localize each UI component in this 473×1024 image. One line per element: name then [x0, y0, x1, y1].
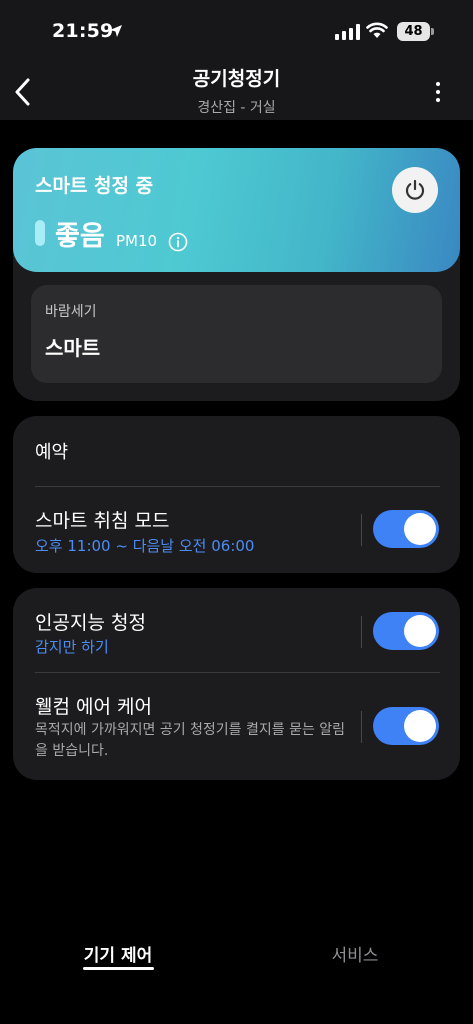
more-dot-icon — [436, 82, 440, 86]
toggle-knob — [404, 710, 436, 742]
air-status-panel[interactable]: 스마트 청정 중 좋음 PM10 — [13, 148, 460, 272]
welcome-air-toggle[interactable] — [373, 707, 439, 745]
battery-level: 48 — [397, 22, 430, 41]
sleep-mode-toggle[interactable] — [373, 510, 439, 548]
device-status-card: 스마트 청정 중 좋음 PM10 바람세기 스마트 — [13, 148, 460, 401]
tab-device-control[interactable]: 기기 제어 — [60, 941, 176, 966]
vertical-separator — [361, 711, 362, 743]
status-time: 21:59 — [52, 20, 114, 42]
power-button[interactable] — [392, 167, 438, 213]
page-title: 공기청정기 — [192, 68, 281, 90]
schedule-card: 예약 스마트 취침 모드 오후 11:00 ~ 다음날 오전 06:00 — [13, 416, 460, 573]
toggle-knob — [404, 615, 436, 647]
battery-nub — [431, 28, 434, 35]
cellular-signal-icon — [335, 24, 360, 40]
fan-speed-value: 스마트 — [45, 336, 101, 360]
page-subtitle: 경산집 - 거실 — [197, 100, 276, 116]
more-dot-icon — [436, 98, 440, 102]
air-quality-value: 좋음 — [55, 221, 105, 252]
info-icon[interactable] — [168, 232, 188, 252]
operation-status: 스마트 청정 중 — [35, 175, 154, 197]
power-icon — [405, 179, 425, 200]
ai-purify-subtitle[interactable]: 감지만 하기 — [35, 636, 109, 657]
welcome-air-description: 목적지에 가까워지면 공기 청정기를 켤지를 묻는 알림을 받습니다. — [35, 722, 346, 759]
app-header: 공기청정기 경산집 - 거실 — [0, 60, 473, 120]
air-quality-indicator — [35, 220, 45, 246]
ai-purify-title[interactable]: 인공지능 청정 — [35, 608, 146, 635]
tab-services[interactable]: 서비스 — [297, 941, 413, 966]
vertical-separator — [361, 514, 362, 546]
fan-speed-control[interactable]: 바람세기 스마트 — [31, 285, 442, 383]
divider — [35, 486, 440, 487]
more-options-button[interactable] — [424, 78, 452, 106]
toggle-knob — [404, 513, 436, 545]
more-dot-icon — [436, 90, 440, 94]
vertical-separator — [361, 616, 362, 648]
pm-label: PM10 — [116, 232, 158, 250]
wifi-icon — [366, 22, 388, 38]
active-tab-indicator — [83, 967, 154, 970]
ai-features-card: 인공지능 청정 감지만 하기 웰컴 에어 케어 목적지에 가까워지면 공기 청정… — [13, 588, 460, 780]
schedule-title[interactable]: 예약 — [35, 438, 68, 464]
ai-purify-toggle[interactable] — [373, 612, 439, 650]
sleep-mode-title[interactable]: 스마트 취침 모드 — [35, 506, 169, 533]
welcome-air-title[interactable]: 웰컴 에어 케어 — [35, 692, 152, 719]
sleep-mode-time[interactable]: 오후 11:00 ~ 다음날 오전 06:00 — [35, 535, 254, 556]
location-arrow-icon — [110, 25, 122, 37]
status-bar: 21:59 48 — [0, 0, 473, 60]
fan-speed-label: 바람세기 — [45, 304, 97, 320]
divider — [35, 672, 440, 673]
